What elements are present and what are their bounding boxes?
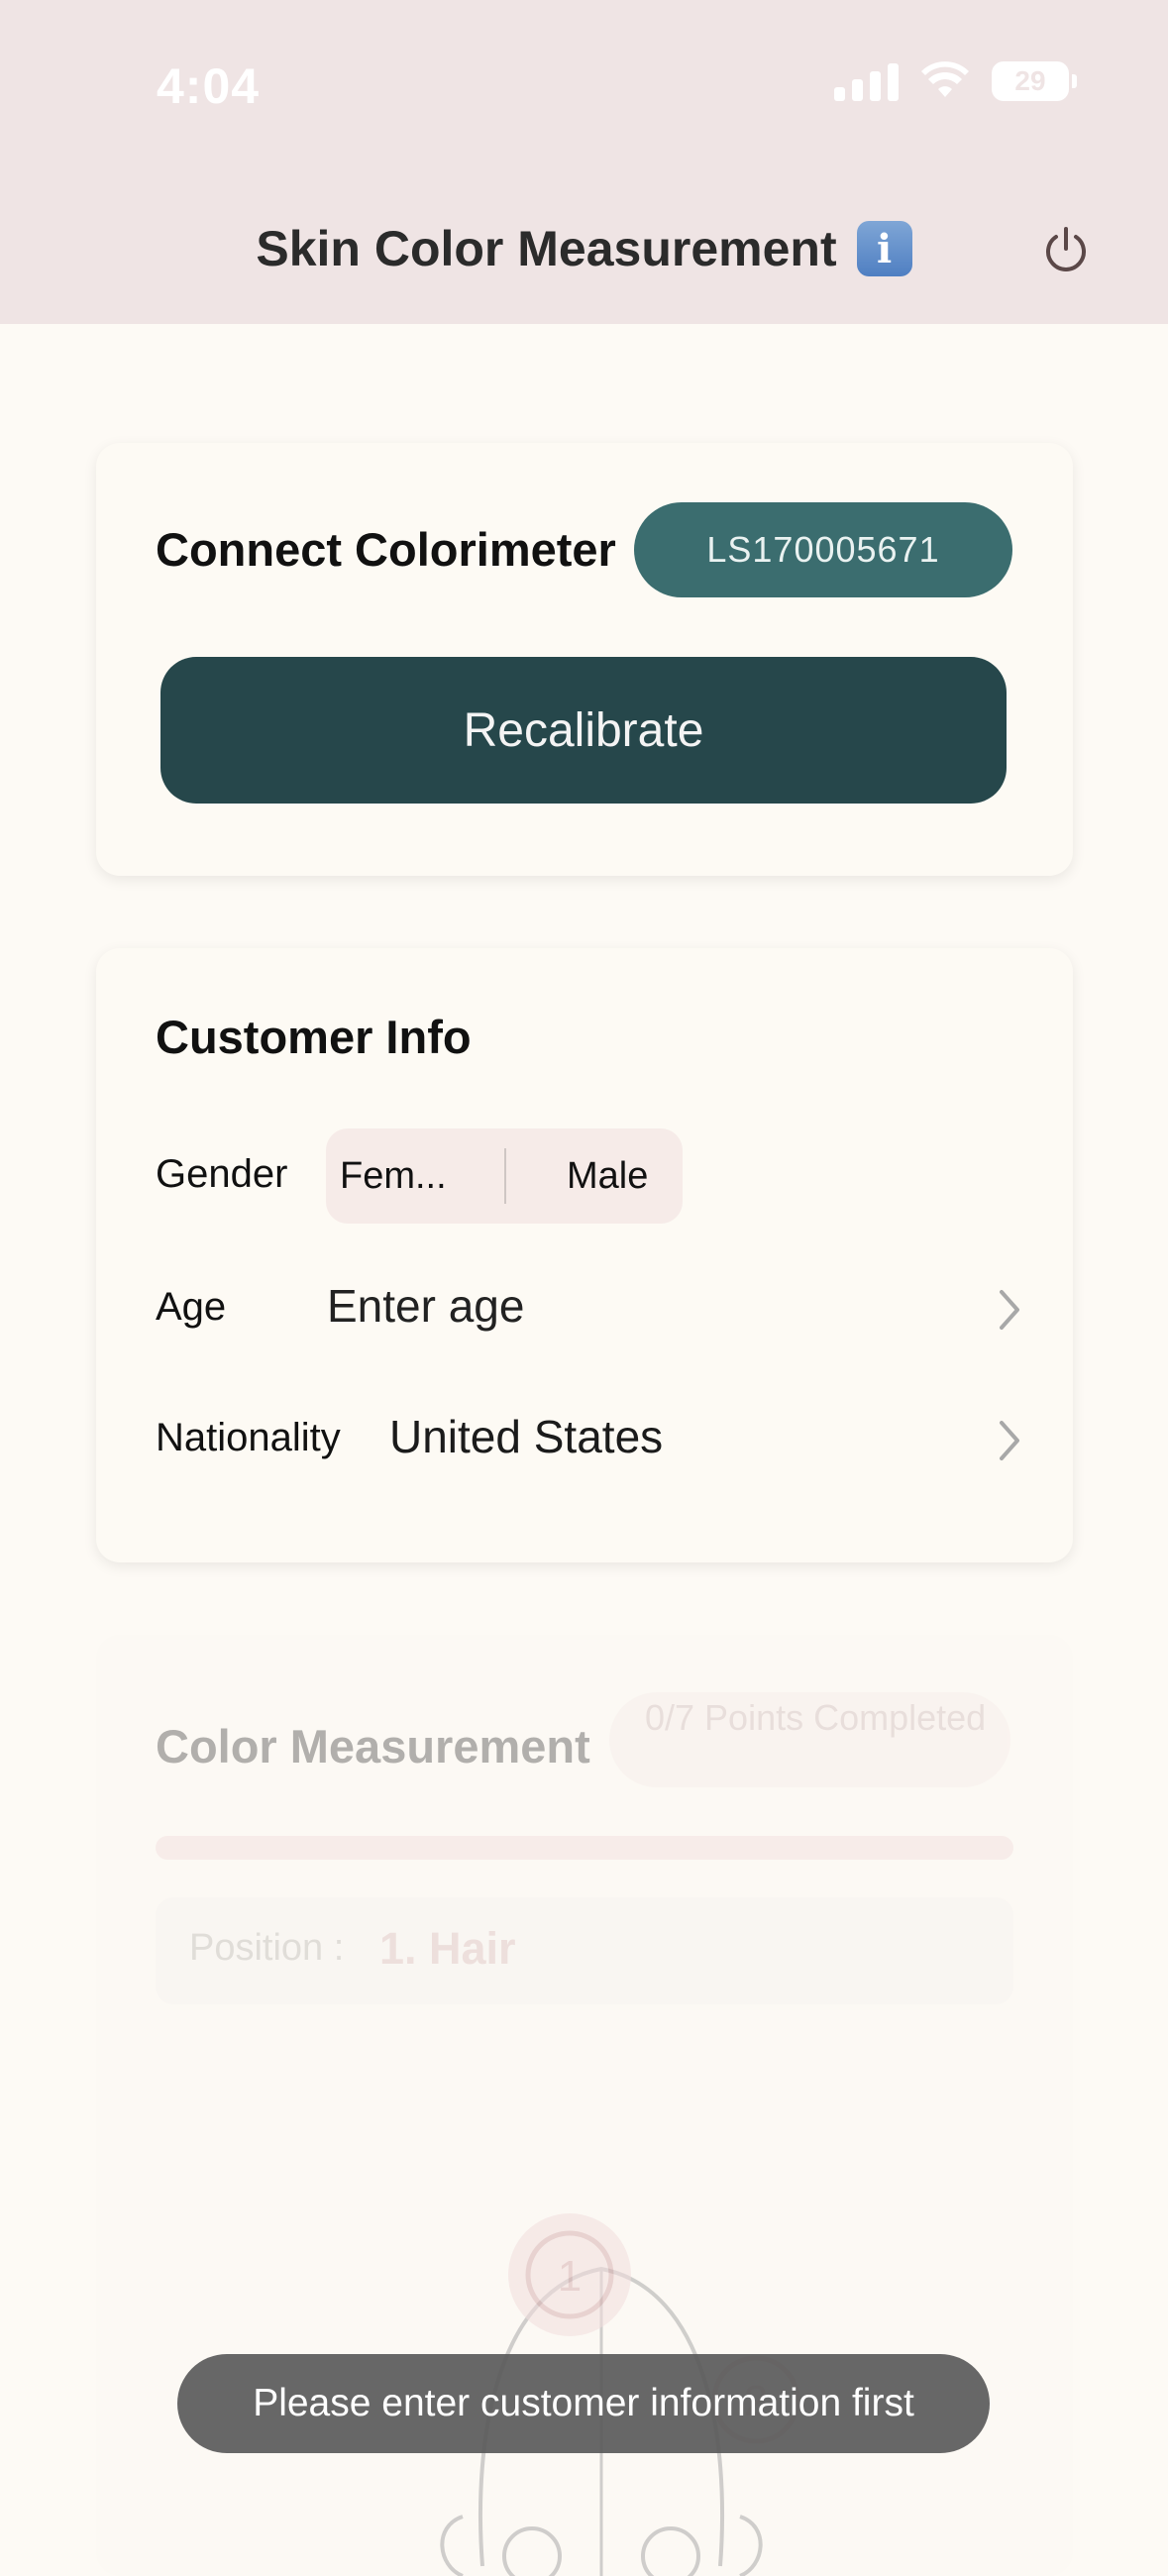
toast-message: Please enter customer information first xyxy=(177,2354,990,2453)
device-serial-badge[interactable]: LS170005671 xyxy=(634,502,1012,597)
chevron-right-icon[interactable] xyxy=(996,1419,1023,1462)
info-icon[interactable]: i xyxy=(856,221,912,276)
status-bar: 4:04 29 xyxy=(0,0,1168,173)
position-indicator: Position : 1. Hair xyxy=(156,1897,1013,2004)
customer-info-title: Customer Info xyxy=(156,1011,472,1063)
age-input[interactable]: Enter age xyxy=(327,1279,524,1333)
nationality-label: Nationality xyxy=(156,1416,341,1459)
colorimeter-card: Connect Colorimeter LS170005671 Recalibr… xyxy=(96,443,1073,876)
customer-info-card: Customer Info Gender Fem... Male Age Ent… xyxy=(96,948,1073,1562)
colorimeter-title: Connect Colorimeter xyxy=(156,523,616,576)
point-1-marker: 1 xyxy=(558,2252,582,2301)
face-diagram: 1 2 xyxy=(440,2213,800,2576)
color-measurement-title: Color Measurement xyxy=(156,1720,590,1772)
chevron-right-icon[interactable] xyxy=(996,1288,1023,1332)
nationality-select[interactable]: United States xyxy=(389,1410,663,1463)
age-label: Age xyxy=(156,1285,227,1329)
points-completed-badge: 0/7 Points Completed xyxy=(609,1692,1010,1787)
nav-bar: Skin Color Measurement i xyxy=(0,173,1168,324)
gender-option-female[interactable]: Fem... xyxy=(340,1128,447,1224)
segment-divider xyxy=(504,1148,506,1204)
status-time: 4:04 xyxy=(157,58,261,114)
cellular-signal-icon xyxy=(834,61,899,101)
page-title: Skin Color Measurement xyxy=(256,221,837,276)
measurement-progress-bar xyxy=(156,1836,1013,1860)
status-icons: 29 xyxy=(834,61,1077,101)
power-icon[interactable] xyxy=(1038,223,1094,278)
recalibrate-button[interactable]: Recalibrate xyxy=(160,657,1007,804)
wifi-icon xyxy=(921,61,969,97)
position-value: 1. Hair xyxy=(379,1923,516,1974)
battery-icon: 29 xyxy=(992,61,1077,101)
gender-segmented-control: Fem... Male xyxy=(326,1128,683,1224)
gender-option-male[interactable]: Male xyxy=(567,1128,648,1224)
gender-label: Gender xyxy=(156,1152,288,1196)
position-label: Position : xyxy=(189,1927,345,1969)
